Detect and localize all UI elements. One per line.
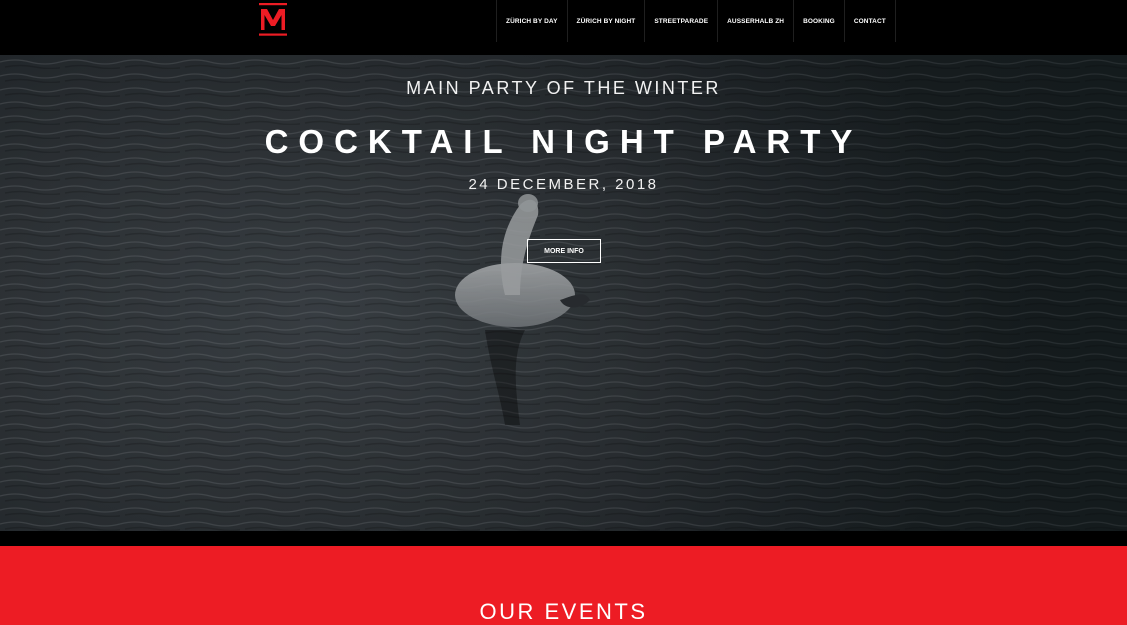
nav-item-zurich-by-night[interactable]: ZÜRICH BY NIGHT xyxy=(568,0,646,42)
nav-item-booking[interactable]: BOOKING xyxy=(794,0,845,42)
nav-item-ausserhalb-zh[interactable]: AUSSERHALB ZH xyxy=(718,0,795,42)
page: ZÜRICH BY DAY ZÜRICH BY NIGHT STREETPARA… xyxy=(0,0,1127,625)
section-divider xyxy=(0,531,1127,546)
events-section: OUR EVENTS xyxy=(0,546,1127,625)
nav-item-zurich-by-day[interactable]: ZÜRICH BY DAY xyxy=(497,0,568,42)
site-header: ZÜRICH BY DAY ZÜRICH BY NIGHT STREETPARA… xyxy=(0,0,1127,55)
nav-item-streetparade[interactable]: STREETPARADE xyxy=(645,0,719,42)
hero-date: 24 DECEMBER, 2018 xyxy=(468,176,659,193)
more-info-button[interactable]: MORE INFO xyxy=(527,239,601,263)
m-monogram-logo-icon[interactable] xyxy=(258,2,288,37)
hero-section: MAIN PARTY OF THE WINTER COCKTAIL NIGHT … xyxy=(0,55,1127,531)
main-nav: ZÜRICH BY DAY ZÜRICH BY NIGHT STREETPARA… xyxy=(496,0,896,42)
events-title: OUR EVENTS xyxy=(479,599,648,624)
nav-item-contact[interactable]: CONTACT xyxy=(845,0,896,42)
hero-subtitle: MAIN PARTY OF THE WINTER xyxy=(406,78,721,98)
hero-title: COCKTAIL NIGHT PARTY xyxy=(264,123,863,160)
